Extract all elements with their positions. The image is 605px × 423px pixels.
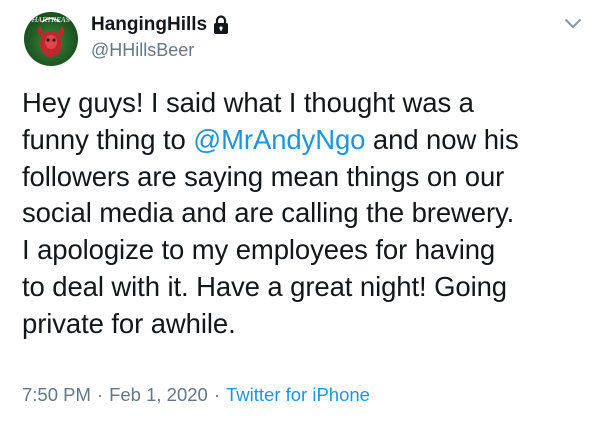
- tweet-line: to deal with it. Have a great night! Goi…: [22, 270, 507, 302]
- lock-icon: [214, 15, 229, 34]
- tweet-time[interactable]: 7:50 PM: [22, 384, 91, 405]
- mention-link[interactable]: @MrAndyNgo: [193, 124, 365, 155]
- avatar-logo: HARTREAS: [31, 16, 71, 57]
- tweet-card: HARTREAS HangingHills @HHillsBeer Hey gu…: [0, 0, 605, 423]
- tweet-meta: 7:50 PM · Feb 1, 2020 · Twitter for iPhone: [22, 384, 370, 406]
- author-name-row: HangingHills: [91, 12, 230, 38]
- tweet-text: Hey guys! I said what I thought was a fu…: [22, 85, 594, 343]
- tweet-line: funny thing to @MrAndyNgo and now his: [22, 122, 594, 159]
- tweet-line: private for awhile.: [22, 307, 236, 339]
- author-display-name[interactable]: HangingHills: [91, 14, 207, 36]
- tweet-date[interactable]: Feb 1, 2020: [109, 384, 208, 405]
- tweet-line: social media and are calling the brewery…: [22, 197, 515, 229]
- meta-separator: ·: [213, 384, 220, 405]
- tweet-line-prefix: funny thing to: [22, 123, 194, 155]
- tweet-source-link[interactable]: Twitter for iPhone: [226, 384, 370, 405]
- tweet-line: Hey guys! I said what I thought was a: [22, 87, 474, 118]
- meta-separator: ·: [96, 384, 104, 405]
- avatar-text: HARTREAS: [31, 16, 71, 24]
- author-handle[interactable]: @HHillsBeer: [91, 40, 194, 61]
- tweet-line: followers are saying mean things on our: [22, 160, 505, 192]
- tweet-line-suffix: and now his: [365, 123, 519, 155]
- avatar[interactable]: HARTREAS: [24, 12, 78, 66]
- tweet-line: I apologize to my employees for having: [22, 234, 496, 266]
- chevron-down-icon[interactable]: [561, 14, 585, 34]
